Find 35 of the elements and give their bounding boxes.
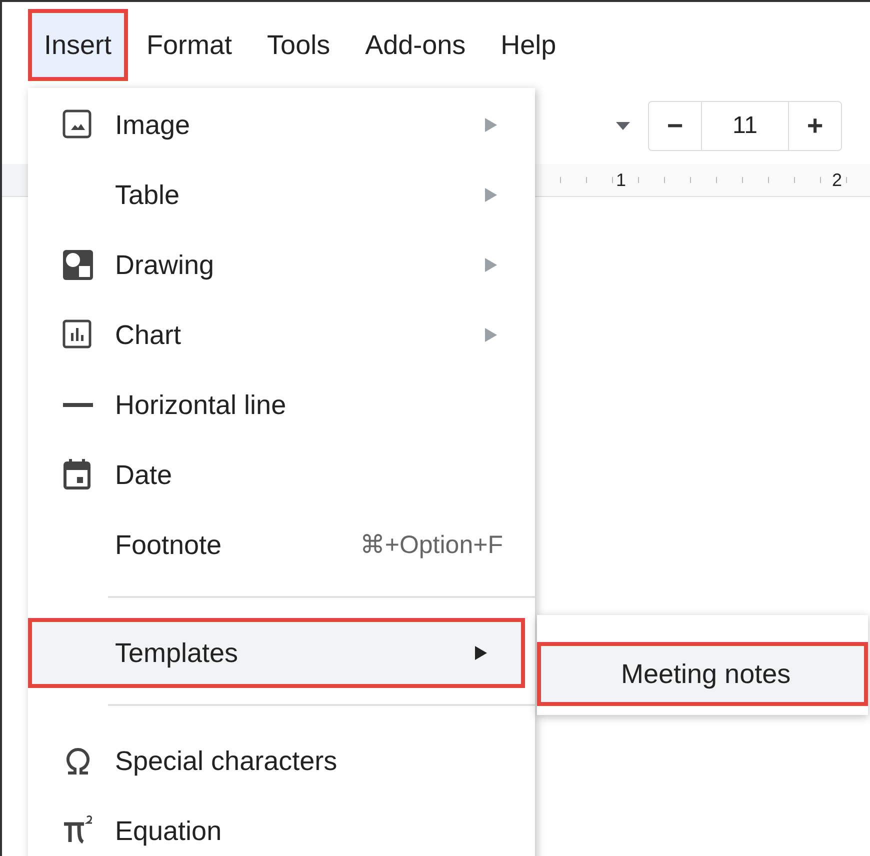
menu-item-label: Special characters [115, 746, 338, 776]
menu-item[interactable]: Horizontal line [28, 370, 535, 440]
menu-item[interactable]: Footnote ⌘+Option+F [28, 510, 535, 580]
chart-icon [62, 319, 94, 351]
font-size-field[interactable]: 11 [701, 102, 789, 150]
menu-bar-item[interactable]: Tools [251, 8, 346, 82]
menu-item-label: Image [115, 110, 192, 140]
menu-item[interactable]: Date [28, 440, 535, 510]
menu-item[interactable]: Image [28, 90, 535, 160]
menu-item[interactable]: Special characters [28, 726, 535, 796]
dropdown-caret-icon [616, 122, 630, 130]
menu-item-label: Equation [115, 816, 223, 846]
menu-bar-item[interactable]: Add-ons [349, 8, 482, 82]
menu-item-label: Templates [115, 638, 240, 668]
menu-item[interactable]: Templates [28, 618, 525, 688]
menu-bar-item[interactable]: Insert [28, 8, 128, 82]
menu-item-label: Date [115, 460, 174, 490]
menu-item-label: Footnote [115, 530, 223, 560]
increase-button[interactable]: + [789, 102, 841, 150]
menu-item-label: Horizontal line [115, 390, 288, 420]
calendar-icon [62, 459, 94, 491]
decrease-button[interactable]: − [649, 102, 701, 150]
menu-item[interactable]: Chart [28, 300, 535, 370]
menu-item[interactable]: Equation [28, 796, 535, 856]
menu-item-label: Drawing [115, 250, 216, 280]
drawing-icon [62, 249, 94, 281]
menu-item[interactable]: Drawing [28, 230, 535, 300]
submenu-item[interactable]: Meeting notes [537, 642, 868, 706]
menu-item-label: Chart [115, 320, 182, 350]
menu-item-label: Table [115, 180, 181, 210]
menu-bar-item[interactable]: Help [484, 8, 572, 82]
image-icon [62, 109, 94, 141]
menu-item[interactable]: Table [28, 160, 535, 230]
shortcut-label: ⌘+Option+F [360, 530, 503, 560]
menu-bar-item[interactable]: Format [130, 8, 248, 82]
